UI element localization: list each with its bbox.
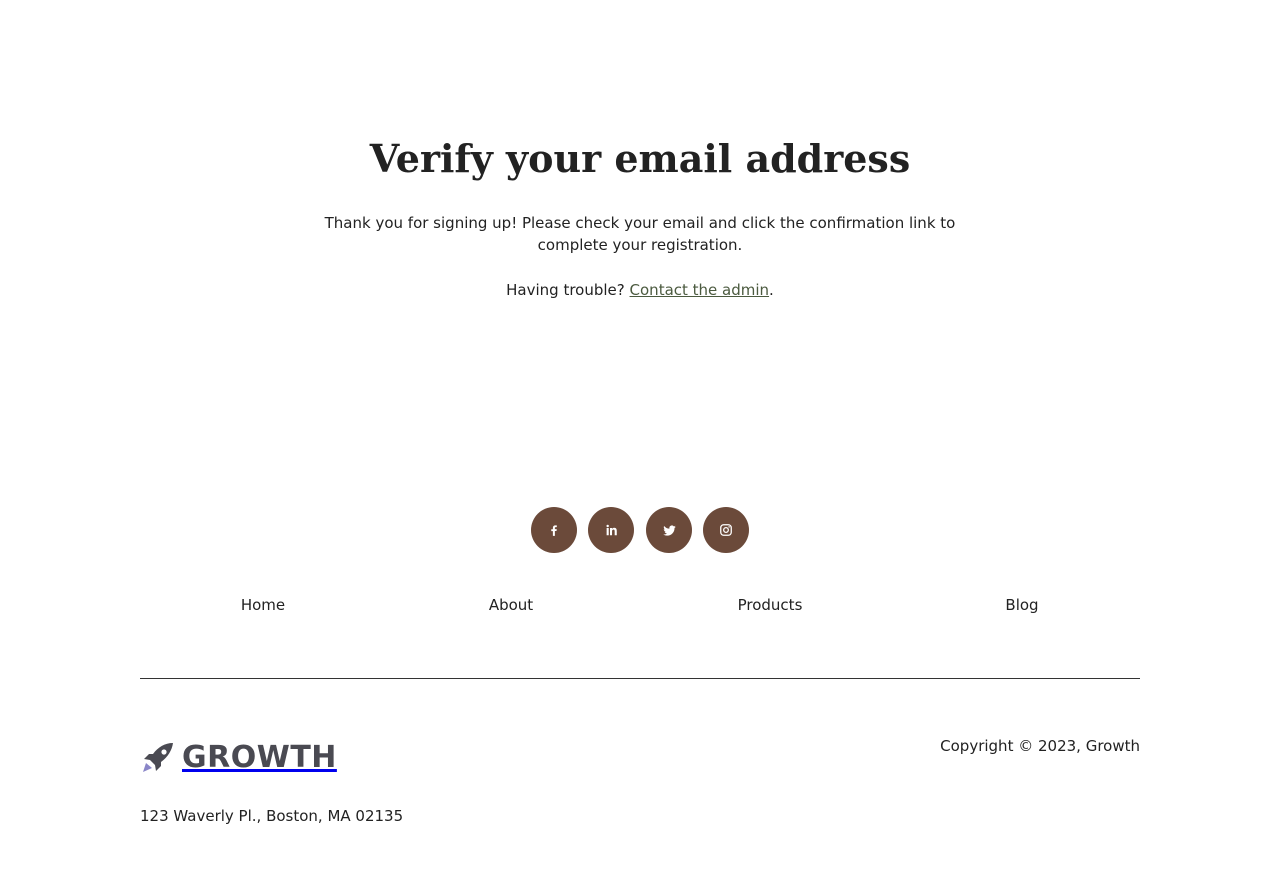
footer-divider xyxy=(140,678,1140,679)
nav-link-products[interactable]: Products xyxy=(738,596,803,614)
social-links xyxy=(0,507,1280,553)
trouble-suffix: . xyxy=(769,281,774,299)
instagram-icon xyxy=(720,524,732,536)
contact-admin-link[interactable]: Contact the admin xyxy=(630,281,770,299)
verify-email-section: Verify your email address Thank you for … xyxy=(0,0,1280,480)
nav-link-home[interactable]: Home xyxy=(241,596,285,614)
linkedin-icon xyxy=(606,524,617,536)
page-title: Verify your email address xyxy=(369,136,911,181)
page-description: Thank you for signing up! Please check y… xyxy=(324,214,956,254)
rocket-icon xyxy=(143,743,173,772)
nav-link-blog[interactable]: Blog xyxy=(1005,596,1038,614)
trouble-text: Having trouble? Contact the admin. xyxy=(0,279,1280,301)
nav-link-about[interactable]: About xyxy=(489,596,533,614)
instagram-button[interactable] xyxy=(703,507,749,553)
twitter-icon xyxy=(662,524,676,536)
brand-logo[interactable]: GROWTH xyxy=(140,740,337,776)
twitter-button[interactable] xyxy=(646,507,692,553)
copyright-text: Copyright © 2023, Growth xyxy=(940,737,1140,755)
facebook-button[interactable] xyxy=(531,507,577,553)
brand-name: GROWTH xyxy=(182,740,337,775)
linkedin-button[interactable] xyxy=(588,507,634,553)
facebook-icon xyxy=(551,525,557,536)
address-text: 123 Waverly Pl., Boston, MA 02135 xyxy=(140,807,404,825)
footer-nav: Home About Products Blog xyxy=(0,596,1280,620)
trouble-prefix: Having trouble? xyxy=(506,281,630,299)
